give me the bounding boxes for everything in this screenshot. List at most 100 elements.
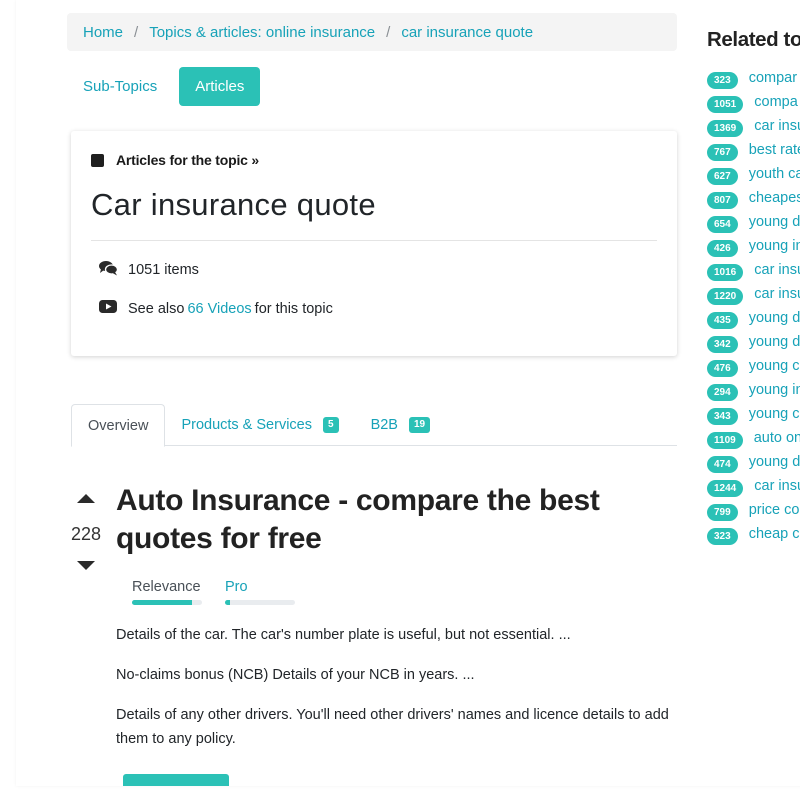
- subtopics-pill[interactable]: Sub-Topics: [67, 67, 173, 106]
- related-topic-item[interactable]: 767 best rate: [707, 138, 800, 162]
- content-tabs: Overview Products & Services 5 B2B 19: [71, 404, 677, 447]
- related-count-badge: 767: [707, 143, 738, 161]
- related-count-badge: 1051: [707, 95, 744, 113]
- topic-kicker-label: Articles for the topic »: [116, 152, 260, 168]
- tab-products-services[interactable]: Products & Services 5: [165, 404, 354, 446]
- tab-products-services-label: Products & Services: [181, 417, 312, 433]
- related-topic-link[interactable]: compa: [754, 94, 798, 110]
- pro-bar: [225, 600, 295, 605]
- divider: [91, 240, 657, 241]
- related-topic-item[interactable]: 476 young c: [707, 354, 800, 378]
- related-topic-link[interactable]: young d: [749, 334, 800, 350]
- related-topic-item[interactable]: 1220 car insu: [707, 282, 800, 306]
- related-topic-link[interactable]: price co: [749, 502, 800, 518]
- related-count-badge: 476: [707, 359, 738, 377]
- related-topic-item[interactable]: 323 cheap c: [707, 522, 800, 546]
- breadcrumb-separator: /: [386, 23, 391, 41]
- pro-label: Pro: [225, 579, 248, 595]
- related-topic-item[interactable]: 654 young d: [707, 210, 800, 234]
- related-count-badge: 807: [707, 191, 738, 209]
- article-paragraph: No-claims bonus (NCB) Details of your NC…: [116, 667, 475, 683]
- related-topic-link[interactable]: cheapes: [749, 190, 800, 206]
- related-count-badge: 342: [707, 335, 738, 353]
- related-topic-item[interactable]: 627 youth ca: [707, 162, 800, 186]
- related-count-badge: 627: [707, 167, 738, 185]
- related-count-badge: 1220: [707, 287, 744, 305]
- related-topic-link[interactable]: car insu: [754, 478, 800, 494]
- related-topic-link[interactable]: young c: [749, 406, 800, 422]
- related-topic-item[interactable]: 1244 car insu: [707, 474, 800, 498]
- related-topic-item[interactable]: 294 young in: [707, 378, 800, 402]
- related-count-badge: 799: [707, 503, 738, 521]
- article-paragraph: Details of any other drivers. You'll nee…: [116, 707, 669, 747]
- articles-pill[interactable]: Articles: [179, 67, 261, 106]
- breadcrumb-separator: /: [134, 23, 139, 41]
- tab-overview[interactable]: Overview: [71, 404, 166, 447]
- read-more-button[interactable]: [123, 774, 229, 786]
- related-topic-link[interactable]: car insu: [754, 286, 800, 302]
- relevance-bar: [132, 600, 202, 605]
- related-count-badge: 323: [707, 527, 738, 545]
- related-topics-list: 323 compar 1051 compa 1369 car insu 767 best ra…: [707, 66, 800, 546]
- related-count-badge: 474: [707, 455, 738, 473]
- tab-b2b-label: B2B: [370, 417, 398, 433]
- related-topic-link[interactable]: young d: [749, 214, 800, 230]
- related-topic-item[interactable]: 1109 auto on: [707, 426, 800, 450]
- related-topic-item[interactable]: 426 young in: [707, 234, 800, 258]
- tab-b2b[interactable]: B2B 19: [355, 404, 447, 446]
- related-topic-link[interactable]: young in: [749, 238, 800, 254]
- related-topic-item[interactable]: 343 young c: [707, 402, 800, 426]
- article-title[interactable]: Auto Insurance - compare the best quotes…: [116, 482, 676, 558]
- related-topic-item[interactable]: 342 young d: [707, 330, 800, 354]
- related-count-badge: 323: [707, 71, 738, 89]
- related-heading: Related to: [707, 28, 800, 51]
- related-topic-link[interactable]: cheap c: [749, 526, 800, 542]
- see-also-row: See also 66 Videos for this topic: [99, 300, 333, 318]
- related-topic-link[interactable]: young d: [749, 310, 800, 326]
- related-topic-link[interactable]: young c: [749, 358, 800, 374]
- related-topic-item[interactable]: 799 price co: [707, 498, 800, 522]
- related-topic-link[interactable]: car insu: [754, 262, 800, 278]
- related-topic-link[interactable]: auto on: [754, 430, 800, 446]
- related-topic-item[interactable]: 474 young d: [707, 450, 800, 474]
- topic-kicker: Articles for the topic »: [91, 152, 259, 168]
- see-also-suffix: for this topic: [254, 301, 333, 317]
- related-topic-item[interactable]: 323 compar: [707, 66, 800, 90]
- thumbs-up-icon: [77, 494, 95, 503]
- relevance-meter: Relevance: [132, 579, 202, 605]
- relevance-fill: [132, 600, 193, 605]
- relevance-label: Relevance: [132, 579, 201, 595]
- related-topic-item[interactable]: 1016 car insu: [707, 258, 800, 282]
- subnav-pills: Sub-Topics Articles: [67, 67, 261, 106]
- related-topic-link[interactable]: youth ca: [749, 166, 800, 182]
- comments-icon: [99, 260, 119, 280]
- related-topic-link[interactable]: best rate: [749, 142, 800, 158]
- related-topic-item[interactable]: 807 cheapes: [707, 186, 800, 210]
- breadcrumb: Home / Topics & articles: online insuran…: [67, 13, 677, 51]
- related-topic-link[interactable]: young in: [749, 382, 800, 398]
- related-topic-item[interactable]: 1051 compa: [707, 90, 800, 114]
- related-topic-link[interactable]: car insu: [754, 118, 800, 134]
- page-title: Car insurance quote: [91, 187, 376, 222]
- thumbs-down-icon: [77, 561, 95, 570]
- breadcrumb-topics-link[interactable]: Topics & articles: online insurance: [149, 24, 375, 41]
- related-count-badge: 343: [707, 407, 738, 425]
- downvote-button[interactable]: [75, 561, 97, 579]
- items-count-row: 1051 items: [99, 260, 199, 280]
- items-count: 1051 items: [128, 262, 199, 278]
- related-count-badge: 435: [707, 311, 738, 329]
- related-topic-item[interactable]: 1369 car insu: [707, 114, 800, 138]
- upvote-button[interactable]: [75, 494, 97, 513]
- breadcrumb-home-link[interactable]: Home: [83, 24, 123, 41]
- related-topic-item[interactable]: 435 young d: [707, 306, 800, 330]
- related-topic-link[interactable]: young d: [749, 454, 800, 470]
- related-topic-link[interactable]: compar: [749, 70, 797, 86]
- square-icon: [91, 153, 104, 167]
- tab-count-badge: 5: [323, 417, 339, 433]
- breadcrumb-current-link[interactable]: car insurance quote: [401, 24, 533, 41]
- related-count-badge: 1244: [707, 479, 744, 497]
- videos-link[interactable]: 66 Videos: [187, 301, 251, 317]
- tab-count-badge: 19: [408, 417, 431, 433]
- video-icon: [99, 300, 118, 318]
- page-shell: Home / Topics & articles: online insuran…: [16, 0, 800, 786]
